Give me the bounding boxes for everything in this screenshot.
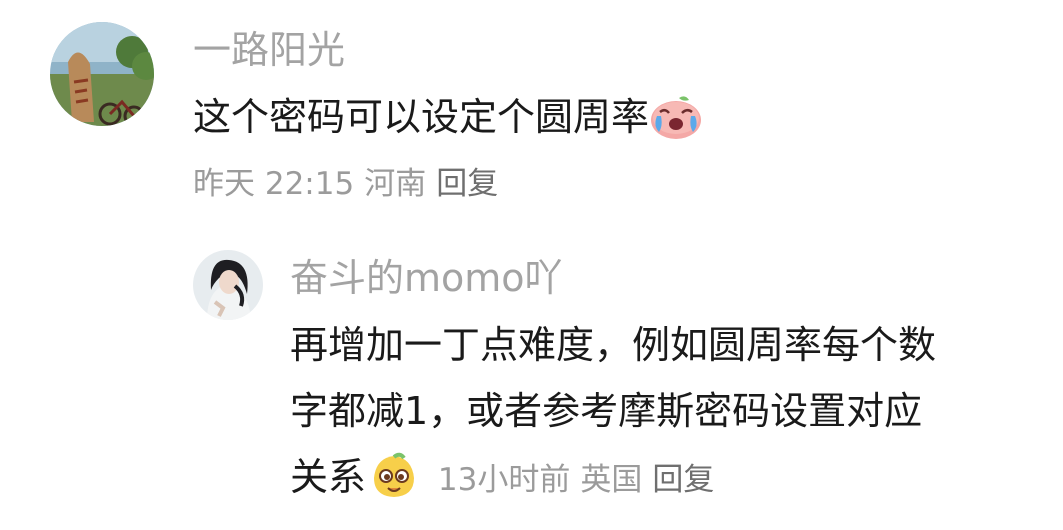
reply-text-line-3: 关系 13小时前 英国 回复 [290, 444, 1030, 520]
reply-meta: 13小时前 英国 回复 [428, 462, 714, 498]
comment-time: 昨天 22:15 [193, 166, 355, 202]
reply-reply-button[interactable]: 回复 [652, 462, 714, 498]
avatar-image-icon [50, 22, 154, 126]
reply-avatar-image-icon [193, 250, 263, 320]
reply-item: 奋斗的momo吖 再增加一丁点难度，例如圆周率每个数 字都减1，或者参考摩斯密码… [0, 230, 1063, 530]
reply-text-line-1: 再增加一丁点难度，例如圆周率每个数 [290, 323, 937, 367]
silly-face-emoji-icon [370, 452, 418, 520]
comment-meta: 昨天 22:15 河南 回复 [193, 164, 508, 204]
reply-location: 英国 [580, 462, 643, 498]
comment-text: 这个密码可以设定个圆周率 [193, 84, 703, 160]
crying-face-emoji-icon [649, 94, 703, 160]
reply-text: 再增加一丁点难度，例如圆周率每个数 字都减1，或者参考摩斯密码设置对应 关系 1… [290, 312, 1030, 520]
comment-reply-button[interactable]: 回复 [436, 166, 498, 202]
avatar[interactable] [50, 22, 154, 126]
reply-time: 13小时前 [437, 462, 571, 498]
comment-item: 一路阳光 这个密码可以设定个圆周率 昨天 22:15 河南 回复 [0, 0, 1063, 230]
comment-username[interactable]: 一路阳光 [193, 28, 345, 72]
reply-text-line-2: 字都减1，或者参考摩斯密码设置对应 [290, 389, 923, 433]
comment-text-content: 这个密码可以设定个圆周率 [193, 95, 650, 139]
reply-text-line-3-content: 关系 [290, 455, 367, 499]
comment-location: 河南 [364, 166, 427, 202]
reply-avatar[interactable] [193, 250, 263, 320]
reply-username[interactable]: 奋斗的momo吖 [290, 256, 563, 300]
